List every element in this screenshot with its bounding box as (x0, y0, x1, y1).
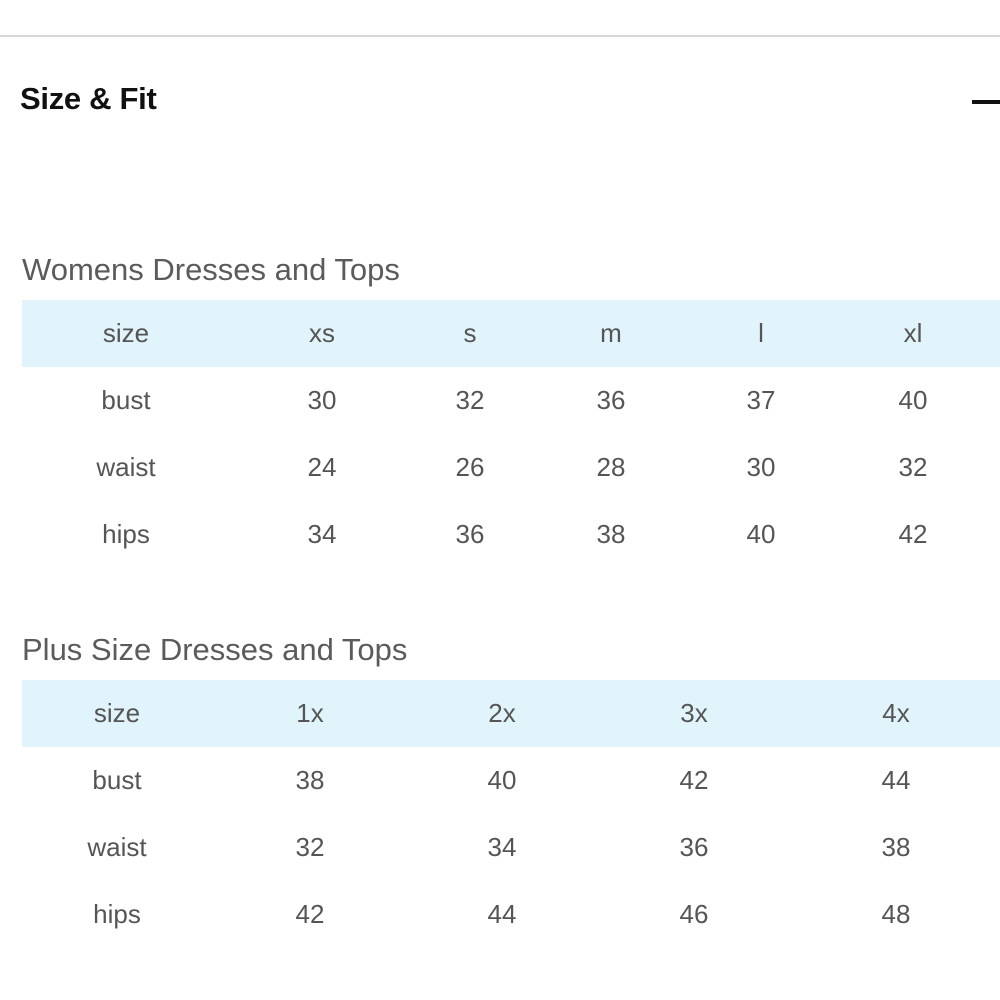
section-title: Size & Fit (20, 81, 157, 116)
table-cell: 36 (455, 519, 485, 549)
table-cell: 32 (295, 832, 325, 862)
table-cell: 42 (295, 899, 325, 929)
table-cell: 34 (307, 519, 337, 549)
table-cell: 26 (455, 452, 485, 482)
table-cell: 46 (679, 899, 709, 929)
womens-size-table: size xs s m l xl bust 30 32 36 37 40 wai… (22, 300, 1000, 568)
table-cell: 38 (596, 519, 626, 549)
table-header-row: size 1x 2x 3x 4x (22, 680, 1000, 747)
plus-size-table: size 1x 2x 3x 4x bust 38 40 42 44 waist … (22, 680, 1000, 948)
header-cell: s (414, 300, 526, 367)
table-row: waist 24 26 28 30 32 (22, 434, 1000, 501)
table-row: bust 30 32 36 37 40 (22, 367, 1000, 434)
row-label: waist (87, 832, 147, 862)
table-row: bust 38 40 42 44 (22, 747, 1000, 814)
table-cell: 32 (455, 385, 485, 415)
plus-table-title: Plus Size Dresses and Tops (22, 632, 408, 667)
header-cell: 1x (212, 680, 408, 747)
table-row: waist 32 34 36 38 (22, 814, 1000, 881)
table-cell: 32 (898, 452, 928, 482)
header-cell: xs (230, 300, 414, 367)
womens-table-title: Womens Dresses and Tops (22, 252, 400, 287)
table-cell: 24 (307, 452, 337, 482)
table-cell: 44 (487, 899, 517, 929)
row-label: hips (93, 899, 141, 929)
table-cell: 40 (487, 765, 517, 795)
table-cell: 44 (881, 765, 911, 795)
header-cell: size (22, 300, 230, 367)
table-cell: 30 (307, 385, 337, 415)
header-cell: 2x (408, 680, 596, 747)
table-cell: 48 (881, 899, 911, 929)
table-cell: 30 (746, 452, 776, 482)
table-cell: 42 (898, 519, 928, 549)
header-cell: size (22, 680, 212, 747)
header-cell: 4x (792, 680, 1000, 747)
table-header-row: size xs s m l xl (22, 300, 1000, 367)
header-cell: 3x (596, 680, 792, 747)
minus-icon[interactable] (972, 100, 1000, 104)
table-cell: 42 (679, 765, 709, 795)
table-cell: 38 (295, 765, 325, 795)
row-label: waist (96, 452, 156, 482)
table-cell: 40 (898, 385, 928, 415)
row-label: bust (92, 765, 142, 795)
table-cell: 40 (746, 519, 776, 549)
size-fit-accordion-header[interactable]: Size & Fit (0, 37, 1000, 167)
header-cell: xl (826, 300, 1000, 367)
header-cell: l (696, 300, 826, 367)
row-label: hips (102, 519, 150, 549)
row-label: bust (101, 385, 151, 415)
table-cell: 37 (746, 385, 776, 415)
header-cell: m (526, 300, 696, 367)
table-cell: 36 (679, 832, 709, 862)
table-row: hips 34 36 38 40 42 (22, 501, 1000, 568)
table-cell: 38 (881, 832, 911, 862)
table-cell: 28 (596, 452, 626, 482)
table-row: hips 42 44 46 48 (22, 881, 1000, 948)
table-cell: 36 (596, 385, 626, 415)
table-cell: 34 (487, 832, 517, 862)
